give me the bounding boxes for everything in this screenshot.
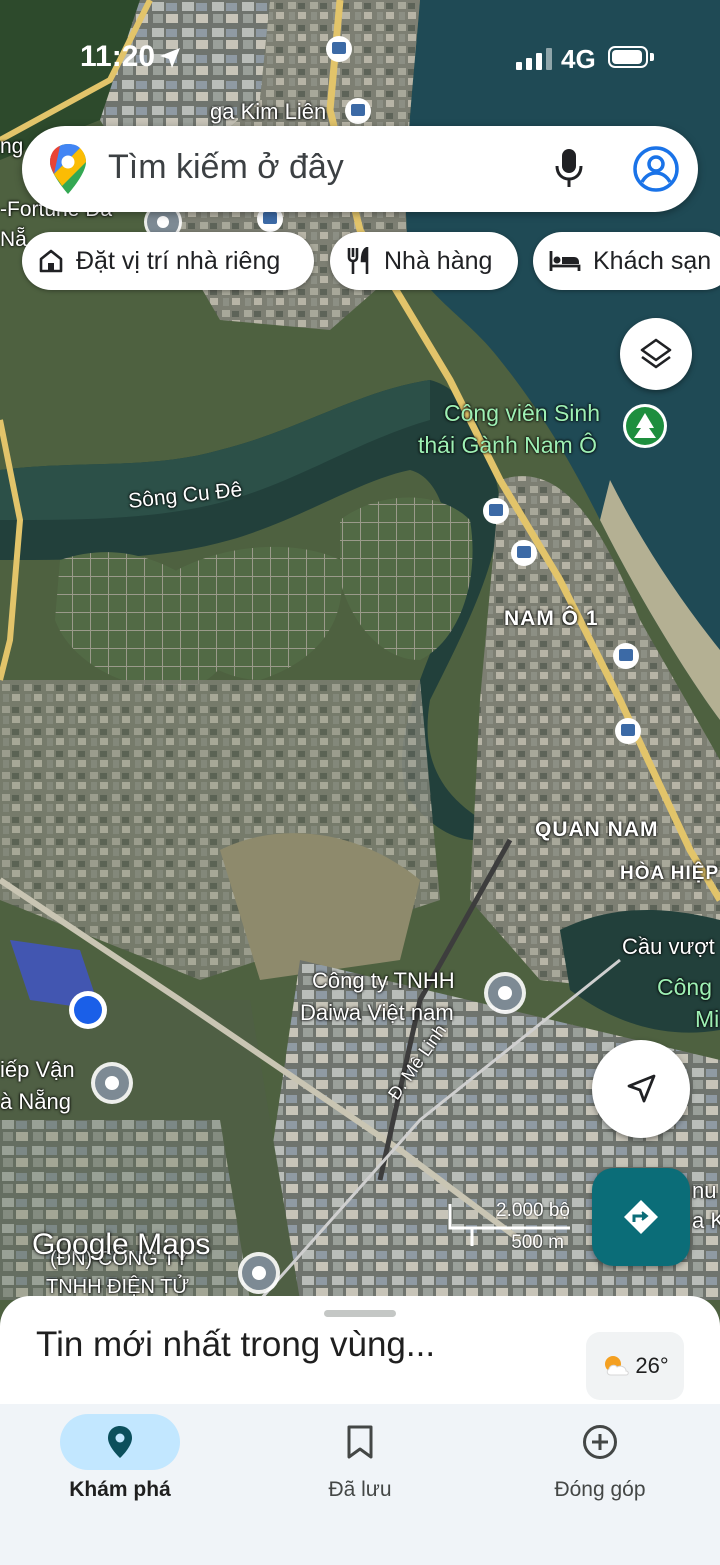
chip-hotels[interactable]: Khách sạn bbox=[533, 232, 720, 290]
sheet-drag-handle[interactable] bbox=[324, 1310, 396, 1317]
user-location-dot bbox=[69, 991, 107, 1029]
weather-chip[interactable]: 26° bbox=[586, 1332, 684, 1400]
map-label-nam-o: NAM Ô 1 bbox=[504, 607, 599, 630]
status-time: 11:20 bbox=[80, 40, 156, 73]
nav-saved-pill bbox=[300, 1414, 420, 1470]
nav-contribute[interactable]: Đóng góp bbox=[480, 1404, 720, 1524]
directions-icon bbox=[624, 1200, 658, 1234]
chip-restaurants[interactable]: Nhà hàng bbox=[330, 232, 518, 290]
nav-explore-label: Khám phá bbox=[69, 1478, 171, 1501]
bus-stop-icon[interactable] bbox=[615, 718, 641, 744]
scale-metric: 500 m bbox=[511, 1232, 564, 1253]
nav-saved[interactable]: Đã lưu bbox=[240, 1404, 480, 1524]
add-circle-icon bbox=[583, 1425, 617, 1459]
microphone-icon[interactable] bbox=[554, 148, 584, 188]
bottom-sheet[interactable]: Tin mới nhất trong vùng... 26° bbox=[0, 1296, 720, 1406]
nav-contribute-label: Đóng góp bbox=[554, 1478, 646, 1501]
chip-hotels-label: Khách sạn bbox=[593, 246, 712, 275]
place-pin-icon[interactable] bbox=[238, 1252, 280, 1294]
map-label-da-nang[interactable]: à Nẵng bbox=[0, 1089, 71, 1115]
restaurant-icon bbox=[347, 247, 369, 274]
nav-explore-pill bbox=[60, 1414, 180, 1470]
place-pin-icon[interactable] bbox=[484, 972, 526, 1014]
park-pin-icon[interactable] bbox=[623, 404, 667, 448]
bottom-navigation: Khám phá Đã lưu Đóng góp bbox=[0, 1404, 720, 1565]
account-icon[interactable] bbox=[632, 145, 680, 193]
place-pin-icon[interactable] bbox=[91, 1062, 133, 1104]
bus-stop-icon[interactable] bbox=[511, 540, 537, 566]
sheet-title: Tin mới nhất trong vùng... bbox=[36, 1325, 436, 1364]
google-maps-wordmark: Google Maps bbox=[32, 1228, 211, 1261]
bus-stop-icon[interactable] bbox=[483, 498, 509, 524]
search-input[interactable]: Tìm kiếm ở đây bbox=[108, 148, 344, 187]
map-label-hoa-hiep: HÒA HIỆP bbox=[620, 863, 720, 884]
directions-button[interactable] bbox=[592, 1168, 690, 1266]
chip-set-home-label: Đặt vị trí nhà riêng bbox=[76, 246, 281, 275]
map-label-tiep-van[interactable]: iếp Vận bbox=[0, 1057, 75, 1083]
navigation-arrow-icon bbox=[627, 1074, 656, 1103]
category-chips: Đặt vị trí nhà riêng Nhà hàng Khách sạn bbox=[22, 232, 720, 292]
nav-contribute-pill bbox=[540, 1414, 660, 1470]
bus-stop-icon[interactable] bbox=[613, 643, 639, 669]
chip-restaurants-label: Nhà hàng bbox=[384, 246, 493, 275]
map-label-quan-nam: QUAN NAM bbox=[535, 818, 659, 841]
map-label-mi-right: Mi bbox=[695, 1006, 720, 1032]
battery-icon bbox=[608, 46, 648, 68]
scale-imperial: 2.000 bộ bbox=[496, 1200, 570, 1221]
battery-tip bbox=[650, 53, 654, 61]
location-arrow-icon bbox=[160, 48, 180, 68]
map-scale: 2.000 bộ 500 m bbox=[448, 1200, 578, 1260]
weather-temperature: 26° bbox=[635, 1353, 669, 1378]
map-label-park[interactable]: Công viên Sinh bbox=[444, 400, 600, 427]
map-label-nhu-right-2: a K bbox=[692, 1208, 720, 1233]
layers-button[interactable] bbox=[620, 318, 692, 390]
map-label-cau-vuot: Cầu vượt bbox=[622, 934, 715, 959]
layers-icon bbox=[640, 338, 672, 369]
status-bar: 11:20 4G bbox=[0, 0, 720, 115]
nav-saved-label: Đã lưu bbox=[328, 1478, 392, 1501]
location-pin-icon bbox=[108, 1426, 132, 1458]
map-label-ng: ng bbox=[0, 135, 24, 158]
home-icon bbox=[39, 249, 63, 273]
network-type: 4G bbox=[561, 44, 596, 74]
my-location-button[interactable] bbox=[592, 1040, 690, 1138]
search-bar[interactable]: Tìm kiếm ở đây bbox=[22, 126, 698, 212]
hotel-bed-icon bbox=[549, 251, 581, 271]
map-label-daiwa-2[interactable]: Daiwa Việt nam bbox=[300, 1000, 454, 1026]
bookmark-icon bbox=[347, 1425, 373, 1459]
map-label-nhu-right: nu C bbox=[692, 1178, 720, 1203]
google-maps-pin-icon bbox=[50, 144, 86, 194]
map-label-park-2[interactable]: thái Gành Nam Ô bbox=[418, 432, 597, 459]
map-label-daiwa[interactable]: Công ty TNHH bbox=[312, 968, 455, 994]
partly-cloudy-icon bbox=[605, 1356, 630, 1376]
cell-signal-icon bbox=[516, 48, 552, 70]
map-label-cong-right: Công bbox=[657, 974, 712, 1000]
nav-explore[interactable]: Khám phá bbox=[0, 1404, 240, 1524]
chip-set-home[interactable]: Đặt vị trí nhà riêng bbox=[22, 232, 314, 290]
